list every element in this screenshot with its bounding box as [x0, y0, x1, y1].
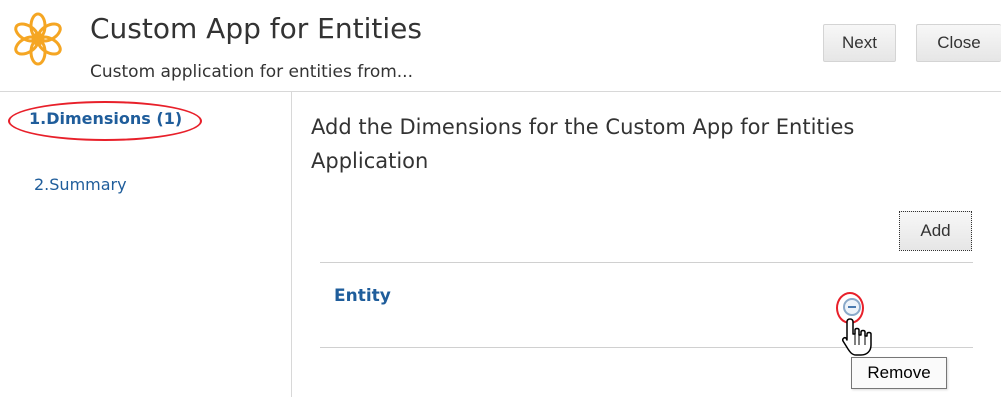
train-step-dimensions[interactable]: 1.Dimensions (1): [29, 109, 182, 129]
remove-tooltip: Remove: [851, 357, 947, 389]
flower-icon: [14, 12, 62, 66]
close-button[interactable]: Close: [916, 24, 1001, 62]
train-divider: [291, 92, 292, 397]
header-divider: [0, 91, 1001, 92]
train-step-summary[interactable]: 2.Summary: [34, 175, 127, 195]
page-title: Custom App for Entities: [90, 12, 422, 45]
page-header: Custom App for Entities Custom applicati…: [0, 0, 1001, 87]
section-heading: Add the Dimensions for the Custom App fo…: [311, 115, 855, 173]
next-button[interactable]: Next: [823, 24, 896, 62]
page-subtitle: Custom application for entities from...: [90, 62, 413, 82]
hand-cursor-icon: [842, 318, 872, 356]
add-button[interactable]: Add: [899, 211, 972, 251]
dimension-name[interactable]: Entity: [334, 286, 391, 306]
